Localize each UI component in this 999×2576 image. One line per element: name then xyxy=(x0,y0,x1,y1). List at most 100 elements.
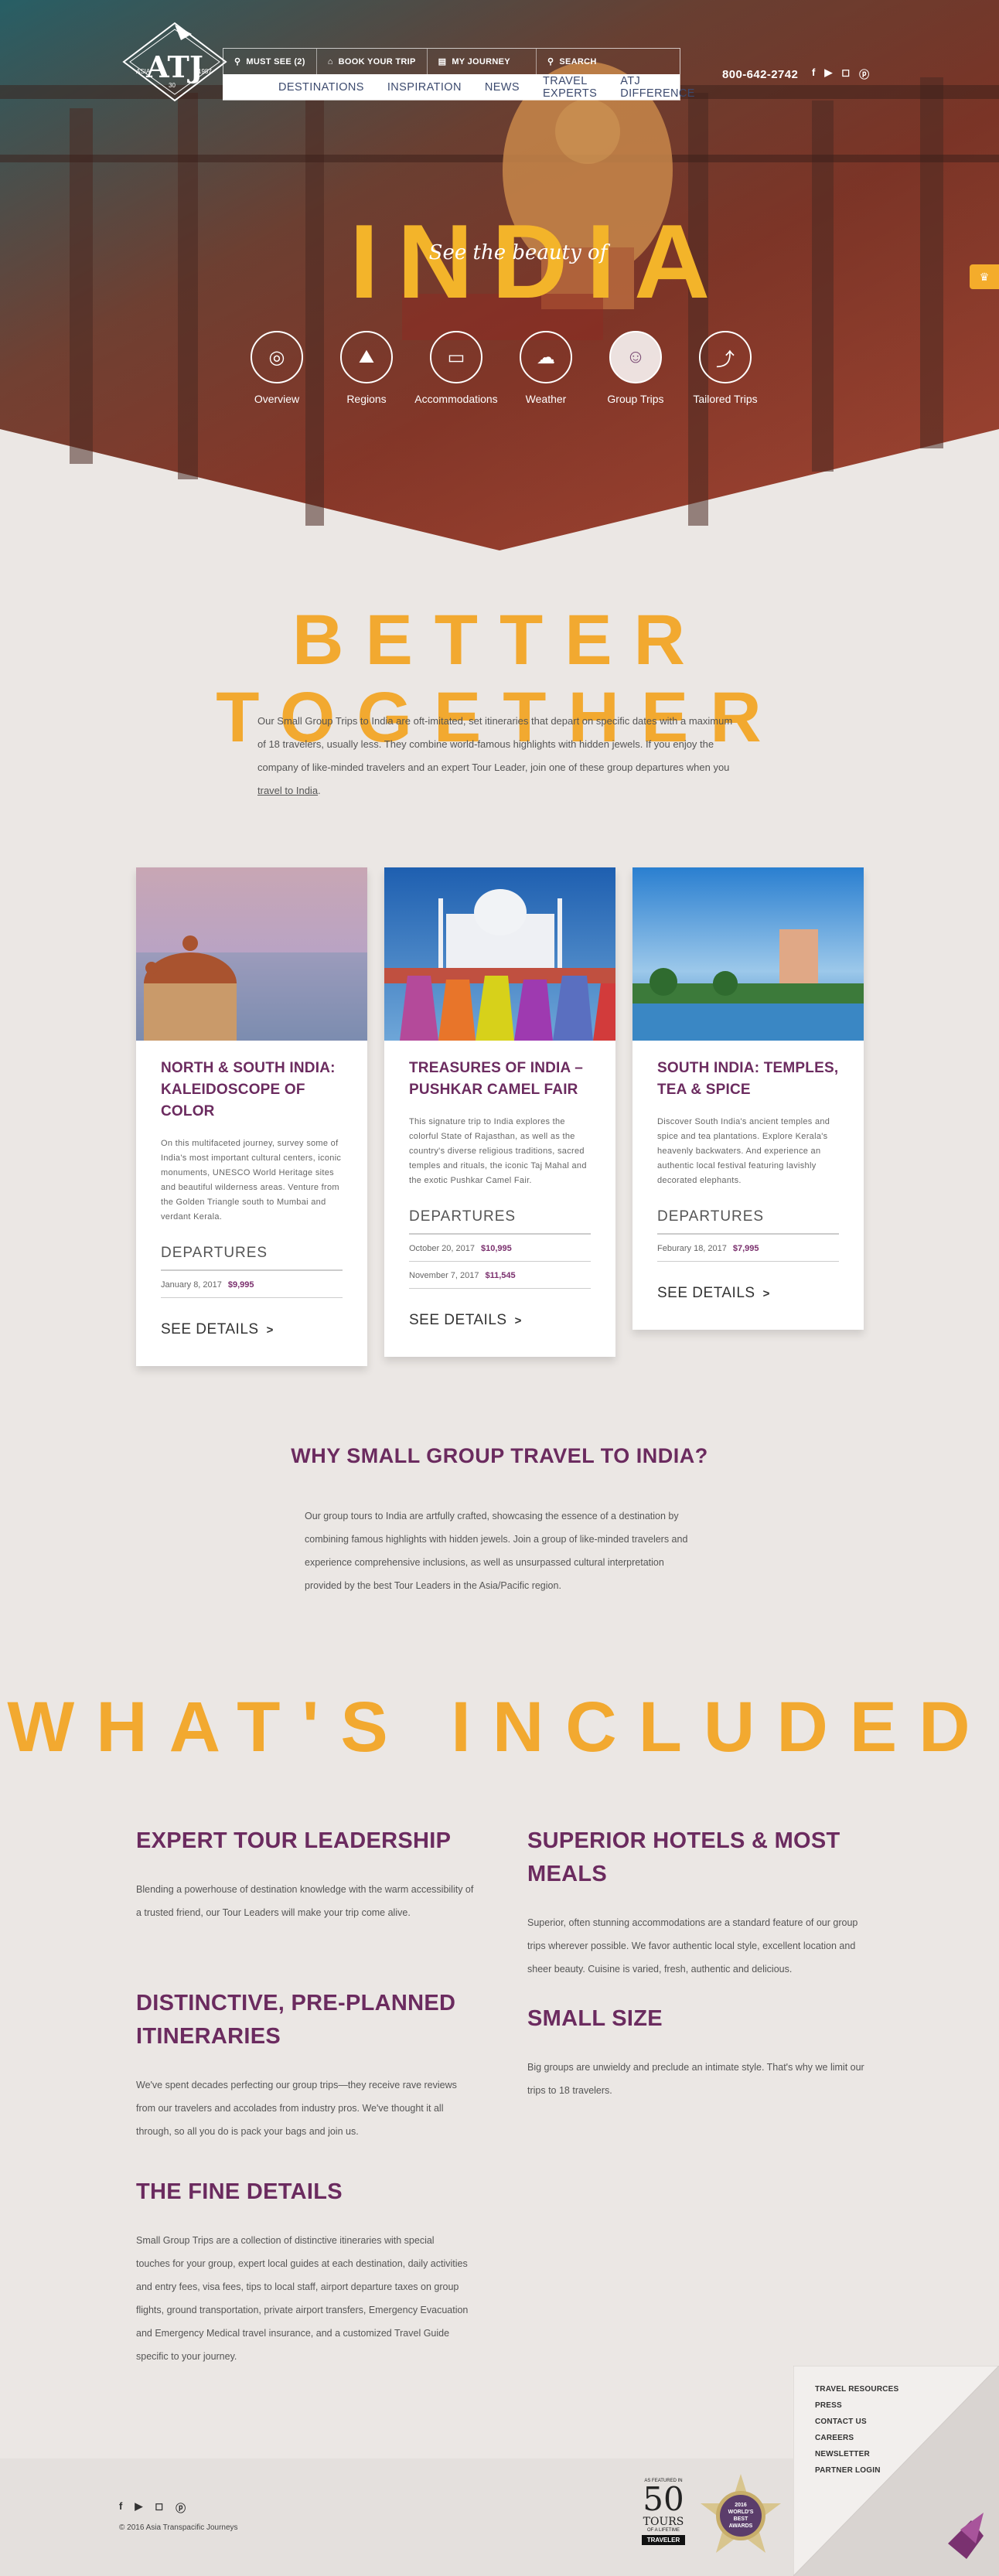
award-line: BEST xyxy=(733,2516,748,2522)
my-journey-link[interactable]: ▤ MY JOURNEY xyxy=(428,49,521,74)
logo-left-text: ASIA xyxy=(136,68,151,75)
trip-image-kerala xyxy=(632,867,864,1041)
trip-title[interactable]: NORTH & SOUTH INDIA: KALEIDOSCOPE OF COL… xyxy=(161,1058,343,1123)
crown-icon: ♛ xyxy=(979,271,990,283)
must-see-link[interactable]: ⚲ MUST SEE (2) xyxy=(223,49,317,74)
included-item: DISTINCTIVE, PRE-PLANNED ITINERARIES We'… xyxy=(136,1987,461,2143)
nav-travel-experts[interactable]: TRAVEL EXPERTS xyxy=(531,75,609,100)
instagram-icon[interactable]: ◻ xyxy=(841,66,850,81)
departure-price: $10,995 xyxy=(481,1244,512,1253)
hero-subtitle: See the beauty of xyxy=(428,241,608,264)
youtube-icon[interactable]: ▶ xyxy=(135,2500,142,2515)
trip-title[interactable]: SOUTH INDIA: TEMPLES, TEA & SPICE xyxy=(657,1058,839,1101)
included-text: Superior, often stunning accommodations … xyxy=(527,1917,858,1975)
included-title: SMALL SIZE xyxy=(527,2006,663,2031)
trip-description: Discover South India's ancient temples a… xyxy=(657,1117,830,1185)
departure-row: November 7, 2017 $11,545 xyxy=(409,1262,591,1289)
tab-weather[interactable]: ☁ Weather xyxy=(501,331,591,405)
trip-title[interactable]: TREASURES OF INDIA – PUSHKAR CAMEL FAIR xyxy=(409,1058,591,1101)
footer-link-press[interactable]: PRESS xyxy=(815,2397,898,2414)
search-label: SEARCH xyxy=(559,56,597,66)
see-details-button[interactable]: SEE DETAILS > xyxy=(409,1312,591,1357)
pinterest-icon[interactable]: ⓟ xyxy=(859,66,869,81)
group-icon: ☺ xyxy=(609,331,662,383)
nav-news[interactable]: NEWS xyxy=(473,81,531,94)
whats-included-heading: WHAT'S INCLUDED xyxy=(7,1688,992,1767)
departure-date: January 8, 2017 xyxy=(161,1280,222,1290)
trip-card[interactable]: SOUTH INDIA: TEMPLES, TEA & SPICE Discov… xyxy=(632,867,864,1330)
trip-card[interactable]: NORTH & SOUTH INDIA: KALEIDOSCOPE OF COL… xyxy=(136,867,367,1366)
tab-overview[interactable]: ◎ Overview xyxy=(232,331,322,405)
trip-image-taj-mahal xyxy=(384,867,615,1041)
nav-destinations[interactable]: DESTINATIONS xyxy=(223,81,376,94)
tab-tailored-trips[interactable]: ⤴ Tailored Trips xyxy=(680,331,770,405)
see-details-label: SEE DETAILS xyxy=(161,1321,259,1337)
footer-link-contact[interactable]: CONTACT US xyxy=(815,2414,898,2430)
better-together-text: Our Small Group Trips to India are oft-i… xyxy=(257,710,742,802)
pin-icon: ⚲ xyxy=(234,57,241,66)
tab-regions[interactable]: ⛰ Regions xyxy=(322,331,411,405)
instagram-icon[interactable]: ◻ xyxy=(155,2500,163,2515)
trip-card[interactable]: TREASURES OF INDIA – PUSHKAR CAMEL FAIR … xyxy=(384,867,615,1357)
trip-description: This signature trip to India explores th… xyxy=(409,1117,587,1185)
departure-row: January 8, 2017 $9,995 xyxy=(161,1271,343,1298)
badge-word: TOURS xyxy=(643,2516,684,2528)
search-icon: ⚲ xyxy=(547,57,554,66)
globe-icon: ◎ xyxy=(251,331,303,383)
departure-row: Feburary 18, 2017 $7,995 xyxy=(657,1235,839,1262)
facebook-icon[interactable]: f xyxy=(119,2500,122,2515)
why-text: Our group tours to India are artfully cr… xyxy=(305,1511,688,1591)
see-details-button[interactable]: SEE DETAILS > xyxy=(161,1321,343,1366)
facebook-icon[interactable]: f xyxy=(812,66,815,81)
departures-heading: DEPARTURES xyxy=(657,1208,839,1235)
award-year: 2016 xyxy=(735,2503,747,2508)
award-text: 2016 WORLD'S BEST AWARDS xyxy=(721,2502,761,2530)
intro-end: . xyxy=(318,785,321,796)
copyright: © 2016 Asia Transpacific Journeys xyxy=(119,2523,238,2532)
hero-banner: ATJ ASIA 1987 30 ⚲ MUST SEE (2) ⌂ BOOK YOU… xyxy=(0,0,999,550)
search-field[interactable]: ⚲ SEARCH xyxy=(536,49,680,74)
must-see-label: MUST SEE (2) xyxy=(246,56,305,66)
book-trip-label: BOOK YOUR TRIP xyxy=(338,56,416,66)
departure-date: November 7, 2017 xyxy=(409,1271,479,1280)
included-title: DISTINCTIVE, PRE-PLANNED ITINERARIES xyxy=(136,1991,456,2049)
footer-links: TRAVEL RESOURCES PRESS CONTACT US CAREER… xyxy=(815,2381,898,2479)
footer-link-travel-resources[interactable]: TRAVEL RESOURCES xyxy=(815,2381,898,2397)
tab-tailored-trips-label: Tailored Trips xyxy=(693,393,758,405)
why-heading: WHY SMALL GROUP TRAVEL TO INDIA? xyxy=(291,1444,708,1467)
tag-icon: ⌂ xyxy=(327,56,333,66)
included-title: SUPERIOR HOTELS & MOST MEALS xyxy=(527,1828,840,1886)
tab-accommodations[interactable]: ▭ Accommodations xyxy=(411,331,501,405)
book-trip-link[interactable]: ⌂ BOOK YOUR TRIP xyxy=(317,49,428,74)
pinterest-icon[interactable]: ⓟ xyxy=(176,2500,186,2515)
tab-weather-label: Weather xyxy=(525,393,567,405)
chevron-right-icon: > xyxy=(266,1324,274,1337)
included-text: Blending a powerhouse of destination kno… xyxy=(136,1884,474,1918)
nav-atj-difference[interactable]: ATJ DIFFERENCE xyxy=(609,75,707,100)
nav-inspiration[interactable]: INSPIRATION xyxy=(376,81,473,94)
footer-link-partner-login[interactable]: PARTNER LOGIN xyxy=(815,2462,898,2479)
trip-image-mumbai xyxy=(136,867,367,1041)
header-social-links: f ▶ ◻ ⓟ xyxy=(812,66,869,81)
tab-regions-label: Regions xyxy=(346,393,387,405)
departure-price: $11,545 xyxy=(485,1271,516,1280)
tab-overview-label: Overview xyxy=(254,393,300,405)
included-item: SUPERIOR HOTELS & MOST MEALS Superior, o… xyxy=(527,1825,868,1981)
phone-number[interactable]: 800-642-2742 xyxy=(722,68,798,81)
see-details-label: SEE DETAILS xyxy=(409,1312,507,1328)
footer-link-careers[interactable]: CAREERS xyxy=(815,2430,898,2446)
departure-row: October 20, 2017 $10,995 xyxy=(409,1235,591,1262)
youtube-icon[interactable]: ▶ xyxy=(824,66,832,81)
bed-icon: ▭ xyxy=(430,331,482,383)
badge-sub: OF A LIFETIME xyxy=(646,2528,680,2533)
tab-group-trips[interactable]: ☺ Group Trips xyxy=(591,331,680,405)
travel-to-india-link[interactable]: travel to India xyxy=(257,785,318,796)
chevron-right-icon: > xyxy=(762,1287,770,1300)
see-details-button[interactable]: SEE DETAILS > xyxy=(657,1285,839,1330)
book-icon: ▤ xyxy=(438,57,447,66)
footer-link-newsletter[interactable]: NEWSLETTER xyxy=(815,2446,898,2462)
logo-right-text: 1987 xyxy=(198,68,212,75)
side-tab[interactable]: ♛ xyxy=(970,264,999,289)
tab-accommodations-label: Accommodations xyxy=(414,393,498,405)
departure-price: $7,995 xyxy=(732,1244,759,1253)
